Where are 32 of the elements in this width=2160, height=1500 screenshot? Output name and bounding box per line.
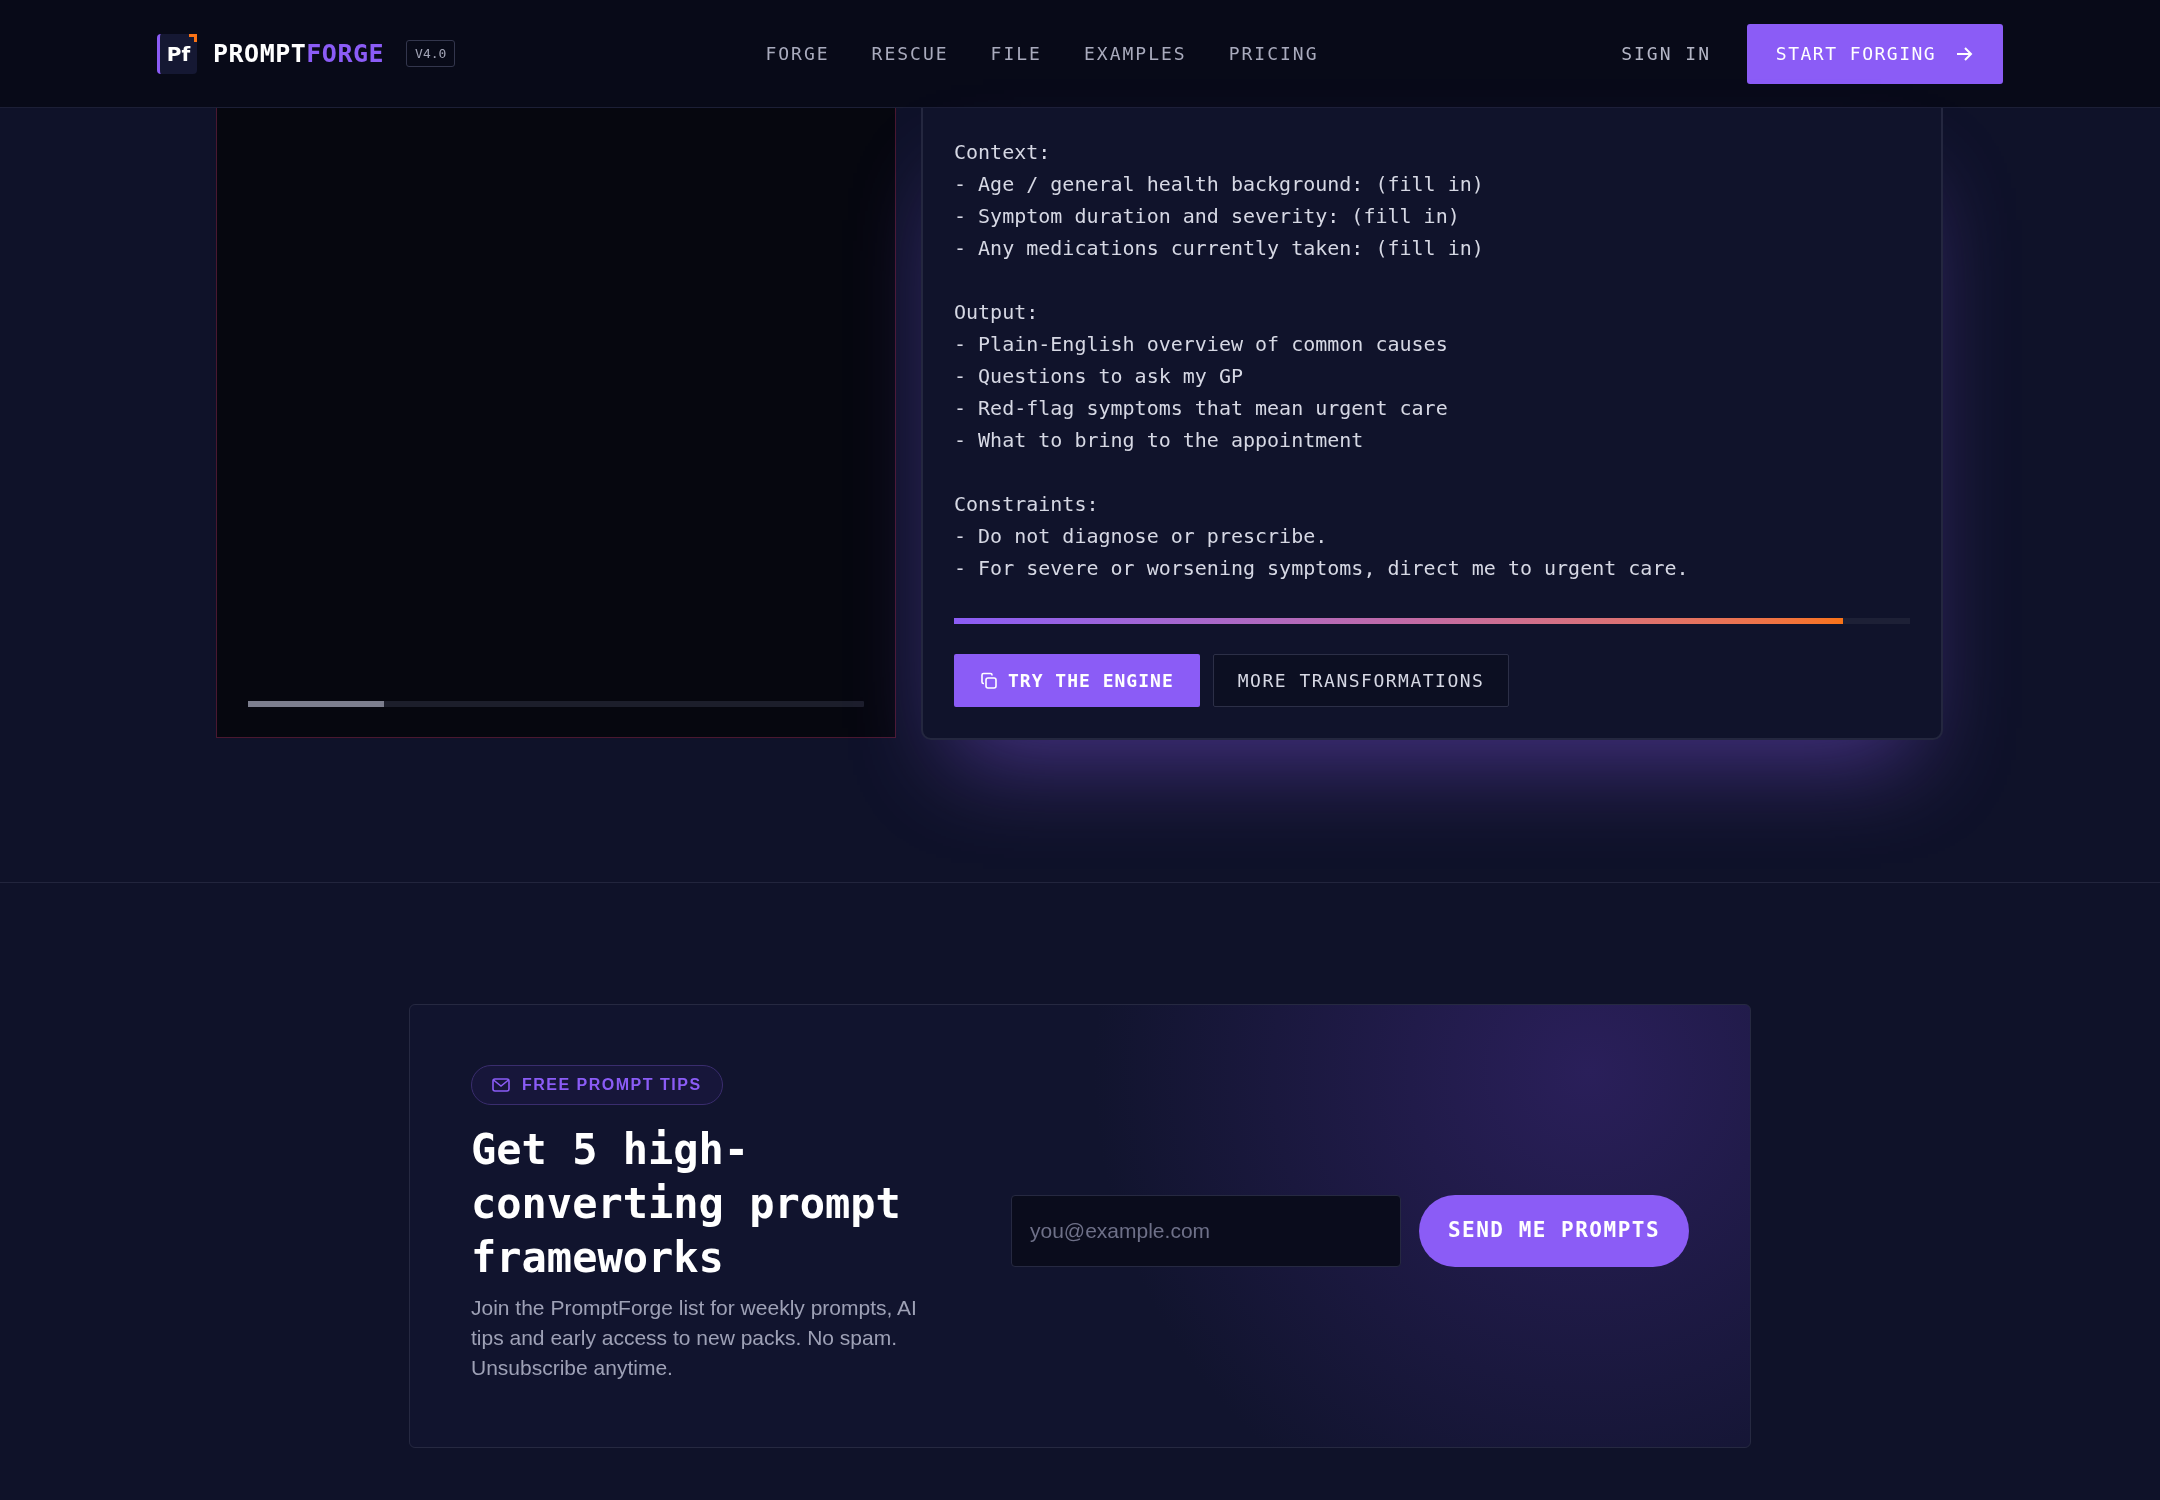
copy-icon [980,671,998,690]
prompt-heading: Context: [954,139,1051,166]
nav-link[interactable]: RESCUE [871,40,949,67]
nav-link[interactable]: FORGE [765,40,830,67]
prompt-heading: Constraints: [954,491,1099,518]
prompt-line: - For severe or worsening symptoms, direct me to urgent care. [954,555,1689,582]
prompt-line: - Do not diagnose or prescribe. [954,523,1328,550]
brand-name[interactable]: PROMPTFORGE [213,34,385,73]
sign-in-link[interactable]: SIGN IN [1621,40,1711,67]
prompt-line: - What to bring to the appointment [954,427,1364,454]
try-engine-button[interactable]: TRY THE ENGINE [954,654,1200,707]
version-badge: V4.0 [406,39,456,68]
newsletter-title: Get 5 high-converting prompt frameworks [471,1124,902,1284]
prompt-line: - Any medications currently taken: (fill in) [954,235,1484,262]
scroll-thumb[interactable] [248,701,384,707]
prompt-line: - Age / general health background: (fill in) [954,171,1484,198]
mail-icon [492,1078,510,1092]
logo-icon[interactable]: Pf [157,33,197,74]
nav-link[interactable]: PRICING [1228,40,1319,67]
tips-badge: FREE PROMPT TIPS [471,1065,723,1105]
nav-link[interactable]: FILE [990,40,1042,67]
prompt-line: - Plain-English overview of common causes [954,331,1448,358]
prompt-heading: Output: [954,299,1039,326]
prompt-line: - Questions to ask my GP [954,363,1243,390]
prompt-line: - Symptom duration and severity: (fill in) [954,203,1460,230]
newsletter-description: Join the PromptForge list for weekly prompts, AI tips and early access to new packs. No spam. Unsubscribe anytime. [471,1295,918,1381]
more-transformations-button[interactable]: MORE TRANSFORMATIONS [1212,654,1510,707]
prompt-line: - Red-flag symptoms that mean urgent care [954,395,1448,422]
start-forging-button[interactable]: START FORGING [1747,23,2003,84]
email-field[interactable]: you@example.com [1011,1195,1401,1267]
send-button[interactable]: SEND ME PROMPTS [1419,1195,1689,1267]
nav-link[interactable]: EXAMPLES [1083,40,1187,67]
